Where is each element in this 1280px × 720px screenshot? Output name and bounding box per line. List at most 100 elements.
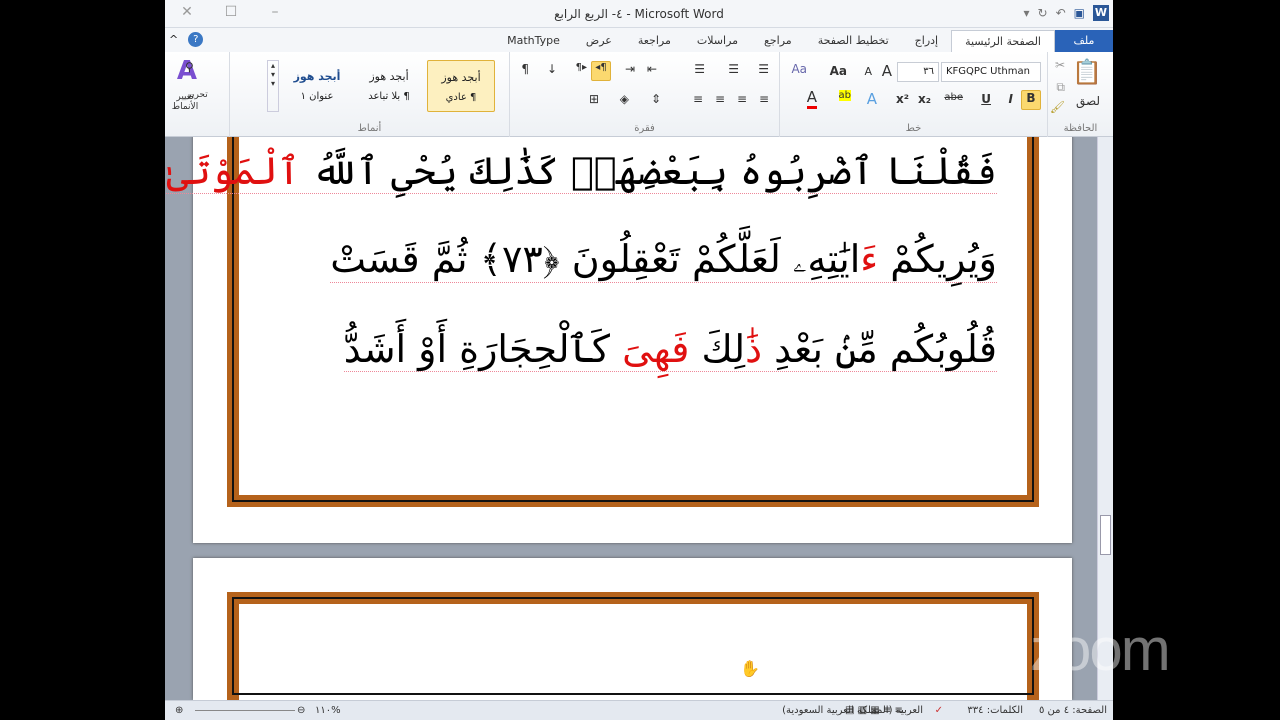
tab-file[interactable]: ملف [1055, 30, 1113, 52]
redo-icon[interactable]: ↻ [1038, 6, 1048, 20]
underline-button[interactable]: U [981, 92, 991, 106]
ribbon-tabs: ملف الصفحة الرئيسية إدراج تخطيط الصفحة م… [165, 28, 1113, 52]
word-logo-icon: W [1093, 5, 1109, 21]
text-effects-icon[interactable]: A [867, 90, 877, 108]
align-right-icon[interactable]: ≡ [759, 92, 769, 106]
bullets-icon[interactable]: ☰ [758, 62, 769, 76]
clear-formatting-icon[interactable]: Aa [791, 62, 807, 76]
style-normal[interactable]: أبجد هوز ¶ عادي [427, 60, 495, 112]
zoom-slider[interactable] [195, 710, 295, 711]
save-icon[interactable]: ▣ [1074, 6, 1085, 20]
quran-text-segment: وَيُرِيكُمْ [878, 237, 997, 281]
page-5 [193, 558, 1072, 700]
customize-qat-icon[interactable]: ▾ [1024, 6, 1030, 20]
zoom-in-button[interactable]: ⊕ [175, 705, 183, 716]
quran-text-segment: ذَٰ [745, 327, 763, 371]
help-icon[interactable]: ? [188, 32, 204, 47]
zoom-out-button[interactable]: ⊖ [297, 705, 305, 716]
zoom-watermark: zoom [1030, 616, 1171, 683]
zoom-level[interactable]: %١١٠ [315, 705, 341, 716]
minimize-ribbon-icon[interactable]: ^ [169, 33, 178, 46]
find-icon[interactable]: ⚲ [185, 60, 194, 74]
ltr-direction-button[interactable]: ▸¶ [576, 62, 587, 73]
quran-line-1: فَقُلْنَا ٱضْرِبُوهُ بِبَعْضِهَاۚ كَذَٰل… [166, 149, 997, 194]
paste-icon[interactable]: 📋 [1069, 58, 1105, 86]
style-no-spacing[interactable]: أبجد هوز ¶ بلا تباعد [355, 60, 423, 112]
change-case-button[interactable]: Aa [830, 64, 847, 78]
align-left-icon[interactable]: ≡ [715, 92, 725, 106]
styles-group: أبجد هوز ¶ عادي أبجد هوز ¶ بلا تباعد أبجد … [229, 52, 509, 137]
proofing-icon[interactable]: ✓ [935, 705, 943, 716]
hand-cursor-icon: ✋ [740, 659, 760, 678]
font-color-icon[interactable]: A [806, 88, 817, 109]
title-bar: ✕ ☐ – ٤- الربع الرابع - Microsoft Word ▾… [165, 0, 1113, 28]
quran-text-segment: كَٱلْحِجَارَةِ أَوْ أَشَدُّ [343, 327, 623, 371]
status-bar: الصفحة: ٤ من ٥ الكلمات: ٣٣٤ ✓ العربية (ا… [165, 700, 1113, 720]
decrease-indent-icon[interactable]: ⇤ [647, 62, 657, 76]
tab-view[interactable]: عرض [573, 30, 625, 52]
scroll-thumb[interactable] [1100, 515, 1111, 555]
paragraph-group-label: فقرة [634, 123, 655, 134]
increase-indent-icon[interactable]: ⇥ [625, 62, 635, 76]
tab-mailings[interactable]: مراسلات [684, 30, 751, 52]
center-icon[interactable]: ≡ [737, 92, 747, 106]
shrink-font-button[interactable]: A [864, 65, 872, 78]
editing-button[interactable]: تحرير [187, 90, 208, 100]
font-group-label: خط [905, 123, 922, 134]
justify-icon[interactable]: ≡ [693, 92, 703, 106]
quran-text-segment: فَقُلْنَا ٱضْرِبُوهُ بِبَعْضِهَاۚ كَذَٰل… [300, 149, 997, 193]
strikethrough-button[interactable]: abe [944, 92, 963, 103]
copy-icon[interactable]: ⧉ [1056, 80, 1065, 95]
page-4: فَقُلْنَا ٱضْرِبُوهُ بِبَعْضِهَاۚ كَذَٰل… [166, 137, 1072, 543]
sort-icon[interactable]: ↓ [547, 62, 557, 76]
ribbon: 📋 لصق ✂ ⧉ 🖌 الحافظة KFGQPC Uthman ٣٦ A A… [165, 52, 1113, 137]
clipboard-group: 📋 لصق ✂ ⧉ 🖌 الحافظة [1047, 52, 1113, 137]
multilevel-list-icon[interactable]: ☰ [694, 62, 705, 76]
window-title: ٤- الربع الرابع - Microsoft Word [554, 7, 724, 21]
quick-access-toolbar: ▾ ↻ ↶ ▣ W [1024, 5, 1109, 21]
document-area[interactable]: فَقُلْنَا ٱضْرِبُوهُ بِبَعْضِهَاۚ كَذَٰل… [165, 137, 1097, 700]
numbering-icon[interactable]: ☰ [728, 62, 739, 76]
font-name-field[interactable]: KFGQPC Uthman [941, 62, 1041, 82]
view-buttons[interactable]: ▤ ▥ ▦ ≡ ≡ [845, 705, 903, 716]
tab-page-layout[interactable]: تخطيط الصفحة [805, 30, 902, 52]
line-spacing-icon[interactable]: ⇕ [651, 92, 661, 106]
shading-icon[interactable]: ◈ [620, 92, 629, 106]
paragraph-group: ☰ ☰ ☰ ⇤ ⇥ ¶◂ ▸¶ ↓ ¶ ≡ ≡ ≡ ≡ ⇕ ◈ ⊞ فقرة [509, 52, 779, 137]
quran-text-segment: قُلُوبُكُم مِّنۢ بَعْدِ [762, 327, 997, 371]
page-border-frame [227, 592, 1039, 700]
style-heading-1[interactable]: أبجد هوز عنوان ١ [283, 60, 351, 112]
highlight-color-icon[interactable]: ab [838, 90, 851, 101]
quran-text-segment: لِكَ [689, 327, 746, 371]
quran-text-segment: ءَ [860, 237, 879, 281]
grow-font-button[interactable]: A [882, 62, 892, 80]
quran-text-segment: ٱلْمَوْتَىٰ [166, 149, 300, 193]
page-count[interactable]: الصفحة: ٤ من ٥ [1039, 705, 1107, 716]
cut-icon[interactable]: ✂ [1055, 58, 1065, 72]
paste-button[interactable]: لصق [1073, 94, 1103, 108]
tab-references[interactable]: مراجع [751, 30, 805, 52]
word-count[interactable]: الكلمات: ٣٣٤ [967, 705, 1023, 716]
quran-text-segment: ايَٰتِهِۦ لَعَلَّكُمْ تَعْقِلُونَ ﴿٧٣﴾ ث… [330, 237, 861, 281]
help-area: ? ^ [169, 32, 204, 47]
tab-home[interactable]: الصفحة الرئيسية [951, 30, 1055, 52]
tab-insert[interactable]: إدراج [902, 30, 951, 52]
clipboard-group-label: الحافظة [1063, 123, 1098, 134]
tab-mathtype[interactable]: MathType [494, 30, 573, 52]
styles-scroll[interactable]: ▴ ▾ ▾ [267, 60, 279, 112]
italic-button[interactable]: I [1009, 92, 1013, 106]
show-marks-button[interactable]: ¶ [521, 62, 529, 76]
quran-line-3: قُلُوبُكُم مِّنۢ بَعْدِ ذَٰلِكَ فَهِىَ ك… [343, 327, 997, 372]
bold-button[interactable]: B [1021, 90, 1041, 110]
word-window: ✕ ☐ – ٤- الربع الرابع - Microsoft Word ▾… [165, 0, 1113, 720]
superscript-button[interactable]: x² [896, 92, 909, 106]
tab-review[interactable]: مراجعة [625, 30, 684, 52]
quran-line-2: وَيُرِيكُمْ ءَايَٰتِهِۦ لَعَلَّكُمْ تَعْ… [330, 237, 997, 283]
format-painter-icon[interactable]: 🖌 [1050, 100, 1065, 114]
subscript-button[interactable]: x₂ [918, 92, 931, 106]
font-group: KFGQPC Uthman ٣٦ A A Aa Aa B I U abe x₂ … [779, 52, 1047, 137]
undo-icon[interactable]: ↶ [1056, 6, 1066, 20]
font-size-field[interactable]: ٣٦ [897, 62, 939, 82]
rtl-direction-button[interactable]: ¶◂ [591, 61, 611, 81]
borders-icon[interactable]: ⊞ [589, 92, 599, 106]
